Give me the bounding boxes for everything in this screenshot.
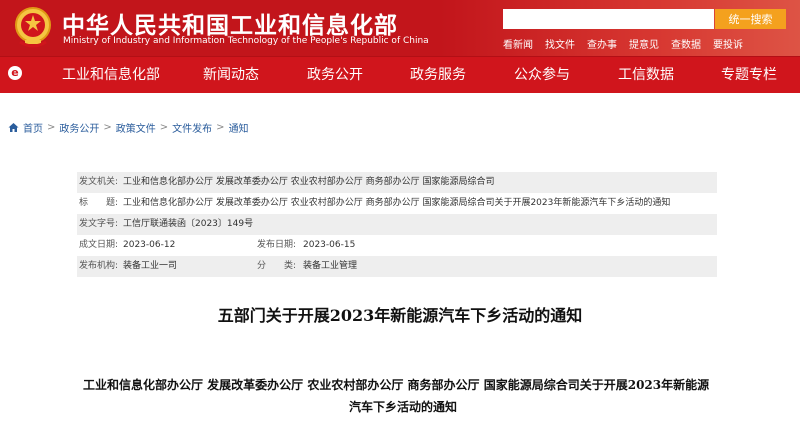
org-label: 发布机构: bbox=[79, 261, 119, 271]
doc-number-label: 发文字号: bbox=[79, 219, 119, 229]
category-label: 分 类: bbox=[257, 261, 297, 271]
nav-item-public-participation[interactable]: 公众参与 bbox=[514, 57, 570, 93]
date-label: 成文日期: bbox=[79, 240, 119, 250]
breadcrumb-separator: > bbox=[103, 122, 112, 133]
meta-row-doc-number: 发文字号: 工信厅联通装函〔2023〕149号 bbox=[77, 214, 717, 235]
meta-row-title: 标 题: 工业和信息化部办公厅 发展改革委办公厅 农业农村部办公厅 商务部办公厅… bbox=[77, 193, 717, 214]
top-links: 看新闻 找文件 查办事 提意见 查数据 要投诉 bbox=[503, 36, 743, 51]
org-value: 装备工业一司 bbox=[123, 261, 178, 271]
home-icon[interactable] bbox=[8, 122, 19, 133]
top-link-services[interactable]: 查办事 bbox=[587, 36, 617, 51]
nav-item-ministry[interactable]: 工业和信息化部 bbox=[62, 57, 160, 93]
title-value: 工业和信息化部办公厅 发展改革委办公厅 农业农村部办公厅 商务部办公厅 国家能源… bbox=[123, 198, 671, 208]
top-link-complaint[interactable]: 要投诉 bbox=[713, 36, 743, 51]
date-value: 2023-06-12 bbox=[123, 240, 176, 250]
meta-row-org: 发布机构: 装备工业一司 分 类: 装备工业管理 bbox=[77, 256, 717, 277]
breadcrumb: 首页 > 政务公开 > 政策文件 > 文件发布 > 通知 bbox=[8, 120, 249, 135]
document-metadata: 发文机关: 工业和信息化部办公厅 发展改革委办公厅 农业农村部办公厅 商务部办公… bbox=[77, 172, 717, 277]
site-header: 中华人民共和国工业和信息化部 Ministry of Industry and … bbox=[0, 0, 800, 56]
top-link-feedback[interactable]: 提意见 bbox=[629, 36, 659, 51]
nav-item-news[interactable]: 新闻动态 bbox=[203, 57, 259, 93]
publish-date-value: 2023-06-15 bbox=[303, 240, 356, 250]
search-input[interactable] bbox=[503, 9, 714, 29]
main-nav: e 工业和信息化部 新闻动态 政务公开 政务服务 公众参与 工信数据 专题专栏 bbox=[0, 56, 800, 93]
breadcrumb-document-release[interactable]: 文件发布 bbox=[172, 120, 212, 135]
publish-date-label: 发布日期: bbox=[257, 240, 297, 250]
site-name-en: Ministry of Industry and Information Tec… bbox=[63, 36, 429, 46]
top-link-data[interactable]: 查数据 bbox=[671, 36, 701, 51]
document-heading-line2: 汽车下乡活动的通知 bbox=[348, 400, 457, 414]
breadcrumb-separator: > bbox=[216, 122, 225, 133]
search-button[interactable]: 统一搜索 bbox=[715, 9, 786, 29]
breadcrumb-policy-documents[interactable]: 政策文件 bbox=[116, 120, 156, 135]
title-label: 标 题: bbox=[79, 198, 119, 208]
breadcrumb-notice[interactable]: 通知 bbox=[229, 120, 249, 135]
issuer-label: 发文机关: bbox=[79, 177, 119, 187]
document-heading: 工业和信息化部办公厅 发展改革委办公厅 农业农村部办公厅 商务部办公厅 国家能源… bbox=[83, 374, 723, 418]
national-emblem-icon[interactable] bbox=[14, 6, 52, 50]
breadcrumb-separator: > bbox=[159, 122, 169, 133]
issuer-value: 工业和信息化部办公厅 发展改革委办公厅 农业农村部办公厅 商务部办公厅 国家能源… bbox=[123, 177, 495, 187]
doc-number-value: 工信厅联通装函〔2023〕149号 bbox=[123, 219, 254, 229]
top-link-files[interactable]: 找文件 bbox=[545, 36, 575, 51]
breadcrumb-home[interactable]: 首页 bbox=[23, 120, 43, 135]
nav-item-services[interactable]: 政务服务 bbox=[410, 57, 466, 93]
nav-item-government-affairs[interactable]: 政务公开 bbox=[307, 57, 363, 93]
meta-row-issuer: 发文机关: 工业和信息化部办公厅 发展改革委办公厅 农业农村部办公厅 商务部办公… bbox=[77, 172, 717, 193]
breadcrumb-separator: > bbox=[47, 122, 56, 133]
nav-item-special-topics[interactable]: 专题专栏 bbox=[721, 57, 777, 93]
site-name[interactable]: 中华人民共和国工业和信息化部 bbox=[62, 6, 398, 40]
category-value: 装备工业管理 bbox=[303, 261, 358, 271]
top-link-news[interactable]: 看新闻 bbox=[503, 36, 533, 51]
e-logo-icon[interactable]: e bbox=[8, 66, 22, 80]
document-heading-line1: 工业和信息化部办公厅 发展改革委办公厅 农业农村部办公厅 商务部办公厅 国家能源… bbox=[83, 378, 710, 392]
nav-item-data[interactable]: 工信数据 bbox=[618, 57, 674, 93]
breadcrumb-government-affairs[interactable]: 政务公开 bbox=[59, 120, 99, 135]
meta-row-dates: 成文日期: 2023-06-12 发布日期: 2023-06-15 bbox=[77, 235, 717, 256]
document-title: 五部门关于开展2023年新能源汽车下乡活动的通知 bbox=[217, 306, 583, 325]
